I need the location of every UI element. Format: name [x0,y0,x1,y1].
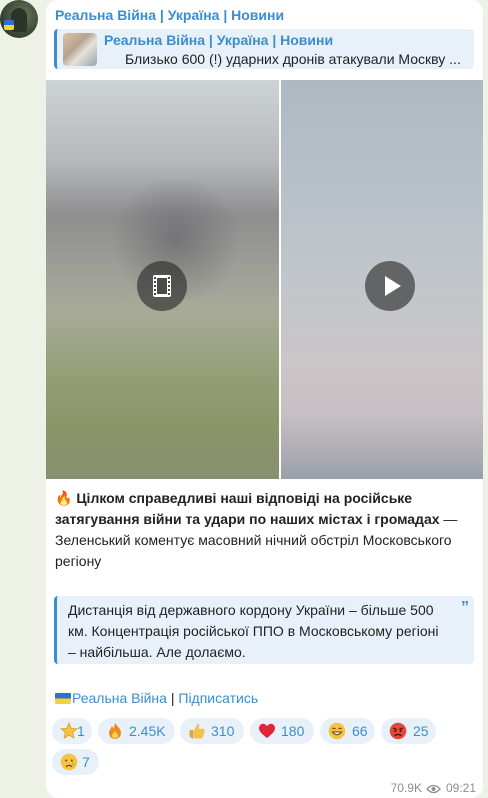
reaction-count: 310 [211,723,235,739]
forwarded-preview[interactable]: Реальна Війна | Україна | Новини Близько… [54,29,474,69]
video-play-button[interactable] [137,261,187,311]
thumbs-up-icon [189,723,205,739]
quote-text: Дистанція від державного кордону України… [68,602,439,660]
grin-icon [328,722,346,740]
star-icon [60,722,78,740]
fire-icon: 🔥 [55,490,73,506]
reaction-grin[interactable]: 66 [320,718,375,744]
flag-patch [4,20,14,30]
quote-mark-icon: ” [461,599,469,616]
eye-icon [426,784,441,794]
quote-block: Дистанція від державного кордону України… [54,596,474,664]
forwarded-thumbnail [63,33,97,66]
fire-icon [109,723,121,739]
reaction-angry[interactable]: 25 [381,718,436,744]
reaction-count: 25 [413,723,429,739]
message-bubble: Реальна Війна | Україна | Новини Реальна… [46,0,483,798]
post-text: 🔥 Цілком справедливі наші відповіді на р… [55,488,475,572]
cry-icon [60,753,78,771]
channel-link[interactable]: Реальна Війна [72,690,167,706]
channel-name[interactable]: Реальна Війна | Україна | Новини [55,7,284,23]
ukraine-flag-icon [55,693,71,704]
play-icon [385,276,401,296]
heart-icon [259,723,275,738]
reaction-thumbs-up[interactable]: 310 [180,718,244,744]
reaction-cry[interactable]: 7 [52,749,99,775]
angry-icon [389,722,407,740]
video-thumbnail-1[interactable] [46,80,279,479]
video-thumbnail-2[interactable] [281,80,483,479]
post-signature: Реальна Війна | Підписатись [55,690,258,706]
reaction-count: 1 [77,723,85,739]
channel-avatar[interactable] [0,0,38,38]
reaction-count: 7 [82,754,90,770]
film-icon [153,275,171,297]
reaction-fire[interactable]: 2.45K [98,718,175,744]
subscribe-link[interactable]: Підписатись [178,690,258,706]
reaction-heart[interactable]: 180 [250,718,314,744]
message-time: 09:21 [445,781,476,795]
message-meta: 70.9K 09:21 [391,781,476,795]
video-play-button[interactable] [365,261,415,311]
reaction-count: 66 [352,723,368,739]
reaction-count: 2.45K [129,723,166,739]
forwarded-text: Близько 600 (!) ударних дронів атакували… [125,51,461,67]
view-count: 70.9K [390,781,422,795]
signature-separator: | [166,690,179,706]
reaction-star[interactable]: 1 [52,718,92,744]
reaction-count: 180 [281,723,305,739]
forwarded-title: Реальна Війна | Україна | Новини [104,32,334,48]
post-headline: Цілком справедливі наші відповіді на рос… [55,490,440,527]
